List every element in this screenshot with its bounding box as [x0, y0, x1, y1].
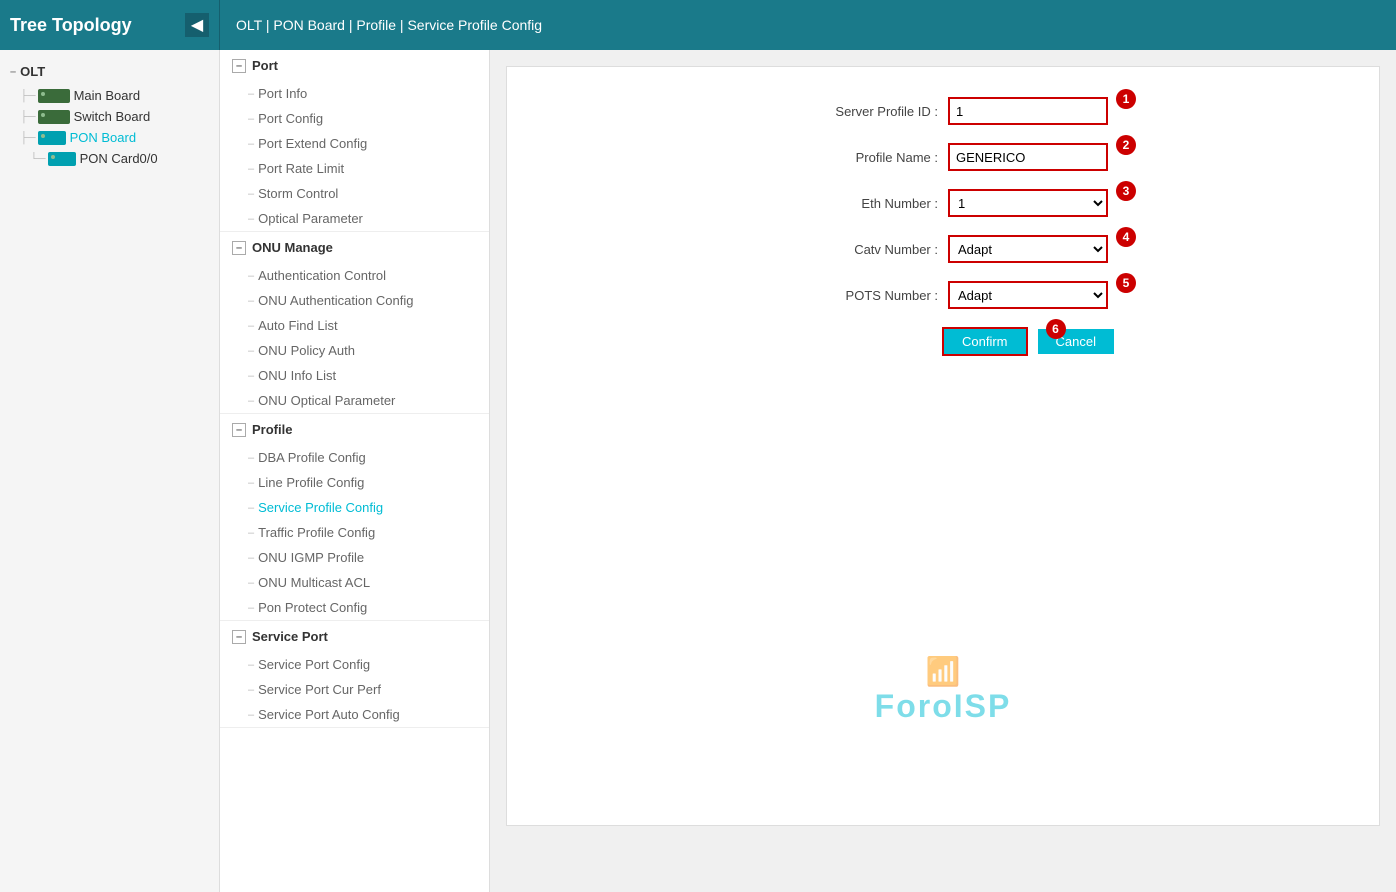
catv-number-label: Catv Number : — [778, 242, 938, 257]
service-port-menu-item-auto-config[interactable]: Service Port Auto Config — [220, 702, 489, 727]
onu-menu-item-onu-info-list[interactable]: ONU Info List — [220, 363, 489, 388]
buttons-wrap: Confirm 6 Cancel — [942, 327, 1114, 356]
menu-section-service-port-header[interactable]: – Service Port — [220, 621, 489, 652]
eth-number-label: Eth Number : — [778, 196, 938, 211]
sidebar-item-switch-board[interactable]: ├─ Switch Board — [0, 106, 219, 127]
form-row-server-profile-id: Server Profile ID : 1 — [527, 97, 1359, 125]
profile-menu-item-line[interactable]: Line Profile Config — [220, 470, 489, 495]
service-port-menu-item-cur-perf[interactable]: Service Port Cur Perf — [220, 677, 489, 702]
pon-card-label: PON Card0/0 — [80, 151, 158, 166]
menu-section-port: – Port Port Info Port Config Port Extend… — [220, 50, 489, 232]
profile-toggle-icon: – — [232, 423, 246, 437]
profile-name-wrap: 2 — [948, 143, 1108, 171]
confirm-button[interactable]: Confirm — [942, 327, 1028, 356]
eth-number-wrap: 1 2 3 4 3 — [948, 189, 1108, 217]
watermark-signal-icon: 📶 — [875, 655, 1012, 688]
form-row-pots-number: POTS Number : Adapt 0 1 2 5 — [527, 281, 1359, 309]
header: Tree Topology ◀ OLT | PON Board | Profil… — [0, 0, 1396, 50]
form-row-catv-number: Catv Number : Adapt 0 1 2 4 — [527, 235, 1359, 263]
eth-number-badge: 3 — [1116, 181, 1136, 201]
service-port-menu-item-config[interactable]: Service Port Config — [220, 652, 489, 677]
menu-panel: – Port Port Info Port Config Port Extend… — [220, 50, 490, 892]
sidebar-item-pon-card[interactable]: └─ PON Card0/0 — [0, 148, 219, 169]
watermark-foro: Foro — [875, 688, 954, 724]
pon-board-icon — [38, 131, 66, 145]
port-menu-item-storm-control[interactable]: Storm Control — [220, 181, 489, 206]
profile-menu-item-service[interactable]: Service Profile Config — [220, 495, 489, 520]
profile-name-input[interactable] — [948, 143, 1108, 171]
onu-manage-toggle-icon: – — [232, 241, 246, 255]
port-menu-item-port-info[interactable]: Port Info — [220, 81, 489, 106]
form-row-eth-number: Eth Number : 1 2 3 4 3 — [527, 189, 1359, 217]
catv-number-badge: 4 — [1116, 227, 1136, 247]
menu-section-port-header[interactable]: – Port — [220, 50, 489, 81]
onu-menu-item-onu-auth-config[interactable]: ONU Authentication Config — [220, 288, 489, 313]
sidebar-header: Tree Topology ◀ — [0, 0, 220, 50]
app-root: Tree Topology ◀ OLT | PON Board | Profil… — [0, 0, 1396, 892]
pots-number-badge: 5 — [1116, 273, 1136, 293]
profile-name-label: Profile Name : — [778, 150, 938, 165]
profile-name-badge: 2 — [1116, 135, 1136, 155]
watermark-isp: ISP — [954, 688, 1012, 724]
pon-card-icon — [48, 152, 76, 166]
port-menu-item-port-rate-limit[interactable]: Port Rate Limit — [220, 156, 489, 181]
switch-board-label: Switch Board — [74, 109, 151, 124]
pots-number-wrap: Adapt 0 1 2 5 — [948, 281, 1108, 309]
confirm-badge: 6 — [1046, 319, 1066, 339]
olt-label: – OLT — [0, 58, 219, 85]
collapse-button[interactable]: ◀ — [185, 13, 209, 37]
server-profile-id-badge: 1 — [1116, 89, 1136, 109]
watermark: 📶 ForoISP — [875, 655, 1012, 725]
switch-board-icon — [38, 110, 70, 124]
port-menu-item-port-extend-config[interactable]: Port Extend Config — [220, 131, 489, 156]
server-profile-id-input[interactable] — [948, 97, 1108, 125]
form-row-profile-name: Profile Name : 2 — [527, 143, 1359, 171]
profile-menu-item-traffic[interactable]: Traffic Profile Config — [220, 520, 489, 545]
menu-section-service-port: – Service Port Service Port Config Servi… — [220, 621, 489, 728]
port-toggle-icon: – — [232, 59, 246, 73]
menu-section-onu-manage: – ONU Manage Authentication Control ONU … — [220, 232, 489, 414]
sidebar: – OLT ├─ Main Board ├─ Switch Board ├─ P… — [0, 50, 220, 892]
port-section-label: Port — [252, 58, 278, 73]
profile-menu-item-dba[interactable]: DBA Profile Config — [220, 445, 489, 470]
eth-number-select[interactable]: 1 2 3 4 — [948, 189, 1108, 217]
form-card: Server Profile ID : 1 Profile Name : 2 — [506, 66, 1380, 826]
profile-section-label: Profile — [252, 422, 292, 437]
sidebar-item-pon-board[interactable]: ├─ PON Board — [0, 127, 219, 148]
profile-menu-item-igmp[interactable]: ONU IGMP Profile — [220, 545, 489, 570]
onu-menu-item-onu-optical-parameter[interactable]: ONU Optical Parameter — [220, 388, 489, 413]
watermark-text: ForoISP — [875, 688, 1012, 725]
pots-number-select[interactable]: Adapt 0 1 2 — [948, 281, 1108, 309]
onu-menu-item-auto-find-list[interactable]: Auto Find List — [220, 313, 489, 338]
port-menu-item-port-config[interactable]: Port Config — [220, 106, 489, 131]
confirm-btn-wrap: Confirm 6 — [942, 327, 1038, 356]
main-board-label: Main Board — [74, 88, 140, 103]
sidebar-item-main-board[interactable]: ├─ Main Board — [0, 85, 219, 106]
main-layout: – OLT ├─ Main Board ├─ Switch Board ├─ P… — [0, 50, 1396, 892]
app-title: Tree Topology — [10, 15, 132, 36]
onu-menu-item-onu-policy-auth[interactable]: ONU Policy Auth — [220, 338, 489, 363]
server-profile-id-label: Server Profile ID : — [778, 104, 938, 119]
form-row-buttons: Confirm 6 Cancel — [527, 327, 1359, 356]
main-board-icon — [38, 89, 70, 103]
pots-number-label: POTS Number : — [778, 288, 938, 303]
onu-menu-item-auth-control[interactable]: Authentication Control — [220, 263, 489, 288]
content-area: Server Profile ID : 1 Profile Name : 2 — [490, 50, 1396, 892]
menu-section-profile: – Profile DBA Profile Config Line Profil… — [220, 414, 489, 621]
catv-number-select[interactable]: Adapt 0 1 2 — [948, 235, 1108, 263]
server-profile-id-wrap: 1 — [948, 97, 1108, 125]
service-port-toggle-icon: – — [232, 630, 246, 644]
profile-menu-item-pon-protect[interactable]: Pon Protect Config — [220, 595, 489, 620]
port-menu-item-optical-parameter[interactable]: Optical Parameter — [220, 206, 489, 231]
onu-manage-section-label: ONU Manage — [252, 240, 333, 255]
breadcrumb: OLT | PON Board | Profile | Service Prof… — [220, 17, 558, 33]
service-port-section-label: Service Port — [252, 629, 328, 644]
pon-board-label: PON Board — [70, 130, 136, 145]
menu-section-profile-header[interactable]: – Profile — [220, 414, 489, 445]
profile-menu-item-multicast-acl[interactable]: ONU Multicast ACL — [220, 570, 489, 595]
catv-number-wrap: Adapt 0 1 2 4 — [948, 235, 1108, 263]
menu-section-onu-manage-header[interactable]: – ONU Manage — [220, 232, 489, 263]
